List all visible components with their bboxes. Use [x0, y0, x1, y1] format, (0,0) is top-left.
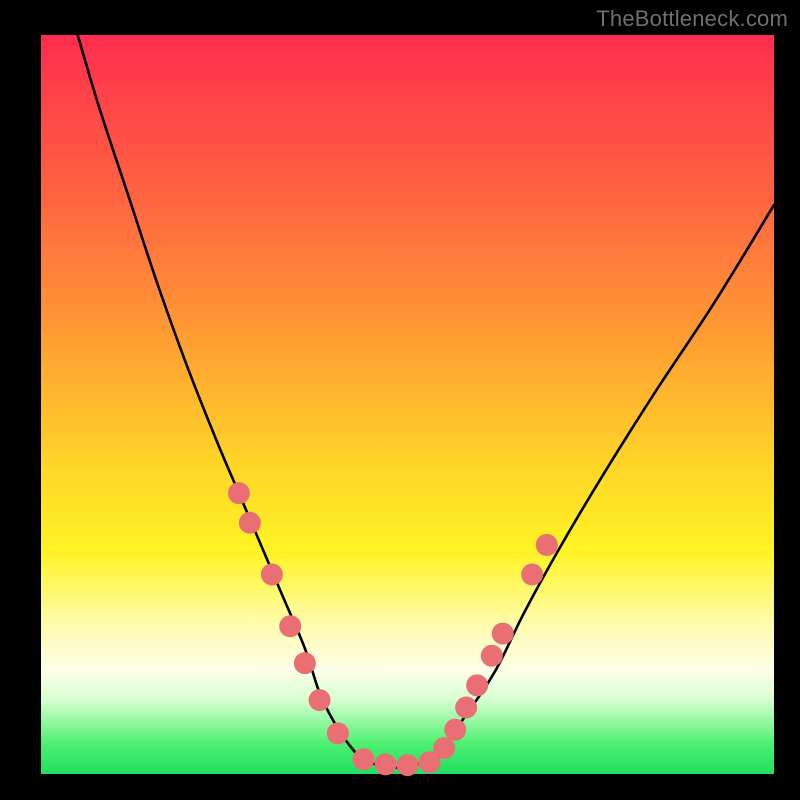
plot-area [41, 35, 774, 774]
data-markers [228, 482, 558, 776]
data-marker [279, 615, 301, 637]
data-marker [444, 719, 466, 741]
data-marker [397, 754, 419, 776]
data-marker [433, 737, 455, 759]
watermark-text: TheBottleneck.com [596, 6, 788, 32]
data-marker [521, 563, 543, 585]
data-marker [375, 753, 397, 775]
data-marker [228, 482, 250, 504]
data-marker [455, 696, 477, 718]
data-marker [536, 534, 558, 556]
data-marker [327, 722, 349, 744]
data-marker [466, 674, 488, 696]
data-marker [239, 512, 261, 534]
data-marker [353, 748, 375, 770]
data-marker [309, 689, 331, 711]
data-marker [294, 652, 316, 674]
data-marker [261, 563, 283, 585]
bottleneck-curve [78, 35, 774, 768]
data-marker [492, 623, 514, 645]
chart-svg [41, 35, 774, 774]
chart-frame: TheBottleneck.com [0, 0, 800, 800]
data-marker [481, 645, 503, 667]
